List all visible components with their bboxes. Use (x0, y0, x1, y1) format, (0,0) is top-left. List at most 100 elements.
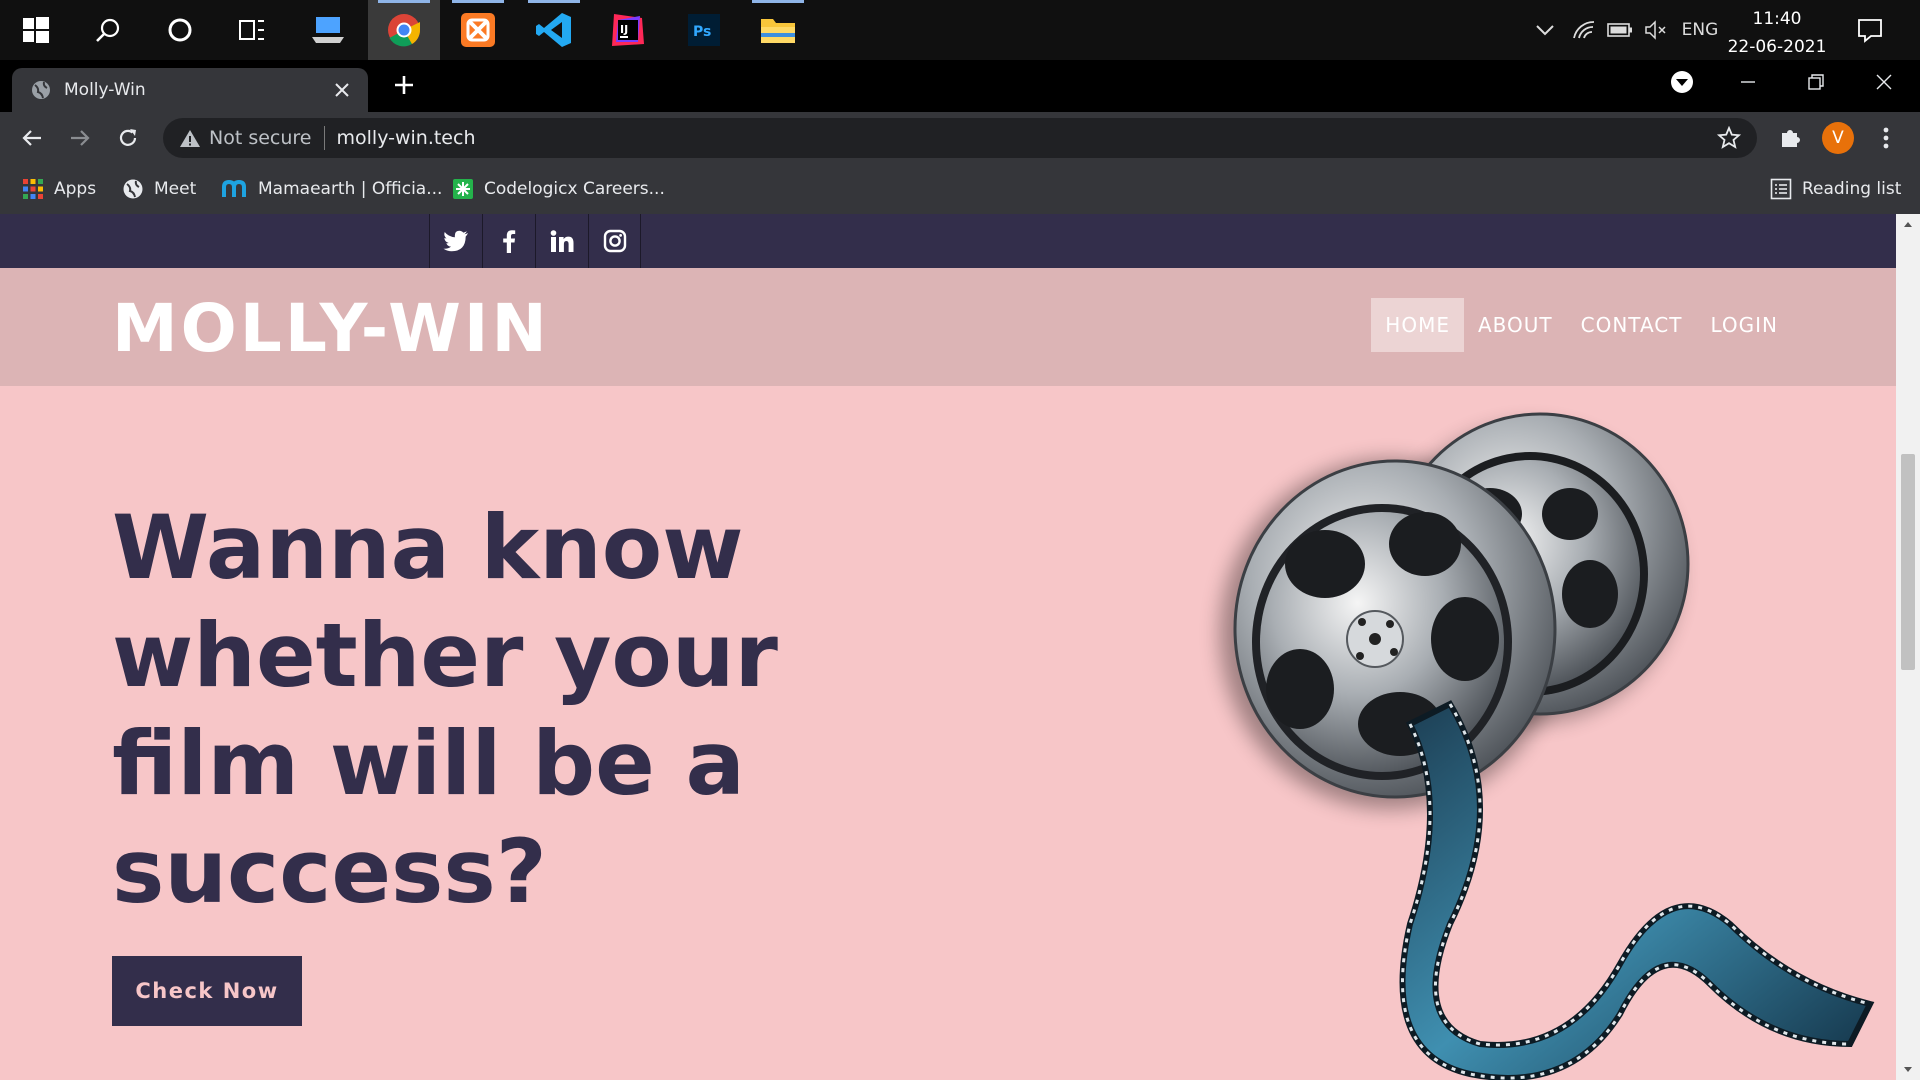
taskbar-chrome-app[interactable] (368, 0, 440, 60)
tray-battery-button[interactable] (1604, 0, 1636, 60)
mamaearth-icon (222, 179, 246, 197)
notification-icon (1858, 19, 1882, 43)
reading-list-button[interactable]: Reading list (1770, 164, 1901, 214)
svg-text:IJ: IJ (620, 23, 628, 36)
taskbar-xampp-app[interactable] (442, 0, 514, 60)
scrollbar-thumb[interactable] (1901, 454, 1915, 670)
taskbar-file-explorer-app[interactable] (742, 0, 814, 60)
chrome-icon (388, 14, 421, 47)
clock-time: 11:40 (1752, 9, 1802, 29)
nav-about[interactable]: ABOUT (1464, 298, 1567, 352)
site-header: MOLLY-WIN HOME ABOUT CONTACT LOGIN (0, 268, 1896, 386)
site-logo[interactable]: MOLLY-WIN (112, 290, 550, 367)
bookmarks-bar: Apps Meet Mamaearth | Officia... Codelog… (0, 164, 1920, 214)
url-text[interactable]: molly-win.tech (337, 127, 476, 149)
check-now-button[interactable]: Check Now (112, 956, 302, 1026)
restore-button[interactable] (1782, 60, 1850, 104)
cortana-icon (168, 18, 192, 42)
film-strip (1399, 700, 1875, 1080)
tray-clock[interactable]: 11:40 22-06-2021 (1722, 5, 1832, 61)
tray-volume-button[interactable] (1640, 0, 1672, 60)
volume-muted-icon (1645, 20, 1666, 40)
taskbar-laptop-app[interactable] (292, 0, 364, 60)
intellij-icon: IJ (612, 14, 644, 46)
twitter-icon (443, 230, 468, 252)
minimize-button[interactable] (1714, 60, 1782, 104)
web-page: MOLLY-WIN HOME ABOUT CONTACT LOGIN Wanna… (0, 214, 1896, 1080)
arrow-left-icon (22, 130, 41, 146)
browser-tab-strip: Molly-Win (0, 60, 1920, 112)
close-window-icon (1876, 74, 1892, 90)
reading-list-icon (1770, 178, 1792, 200)
taskbar-vscode-app[interactable] (518, 0, 590, 60)
scroll-up-icon[interactable] (1896, 216, 1920, 232)
profile-button[interactable]: V (1820, 120, 1856, 156)
close-icon[interactable] (334, 82, 350, 98)
bookmark-label: Codelogicx Careers... (484, 179, 665, 199)
taskbar-intellij-app[interactable]: IJ (592, 0, 664, 60)
facebook-link[interactable] (482, 214, 535, 268)
hero-title: Wanna know whether your film will be a s… (112, 496, 778, 923)
back-button[interactable] (14, 120, 50, 156)
taskbar-search-button[interactable] (72, 0, 144, 60)
security-status[interactable]: Not secure (209, 127, 312, 149)
task-view-icon (239, 20, 264, 40)
puzzle-icon (1782, 130, 1800, 147)
restore-icon (1808, 74, 1824, 90)
close-window-button[interactable] (1850, 60, 1918, 104)
windows-start-button[interactable] (0, 0, 72, 60)
reload-button[interactable] (110, 120, 146, 156)
address-bar[interactable]: Not secure molly-win.tech (163, 118, 1757, 158)
tray-overflow-button[interactable] (1530, 0, 1560, 60)
reload-icon (119, 129, 137, 146)
nav-login[interactable]: LOGIN (1696, 298, 1792, 352)
browser-tab-active[interactable]: Molly-Win (12, 68, 368, 112)
linkedin-link[interactable] (535, 214, 588, 268)
new-tab-button[interactable] (393, 74, 415, 96)
extensions-button[interactable] (1772, 120, 1808, 156)
clock-date: 22-06-2021 (1727, 37, 1827, 57)
windows-taskbar: IJ Ps ENG 11:40 22-06-2021 (0, 0, 1920, 60)
laptop-app-icon (312, 17, 344, 43)
instagram-link[interactable] (588, 214, 641, 268)
forward-button[interactable] (62, 120, 98, 156)
taskbar-photoshop-app[interactable]: Ps (668, 0, 740, 60)
nav-home[interactable]: HOME (1371, 298, 1464, 352)
bookmark-meet[interactable]: Meet (122, 164, 196, 214)
bookmark-label: Meet (154, 179, 197, 199)
browser-menu-button[interactable] (1868, 120, 1904, 156)
arrow-right-icon (71, 130, 90, 146)
vscode-icon (536, 13, 571, 47)
photoshop-icon: Ps (688, 14, 720, 46)
taskbar-cortana-button[interactable] (144, 0, 216, 60)
bookmark-apps[interactable]: Apps (22, 164, 96, 214)
svg-text:Ps: Ps (693, 24, 711, 40)
bookmark-codelogicx[interactable]: Codelogicx Careers... (452, 164, 665, 214)
bookmark-label: Apps (54, 179, 97, 199)
windows-logo-icon (23, 17, 49, 43)
search-icon (96, 18, 120, 42)
twitter-link[interactable] (429, 214, 482, 268)
omnibox-divider (323, 126, 325, 150)
globe-icon (32, 81, 50, 99)
nav-contact[interactable]: CONTACT (1567, 298, 1697, 352)
tray-network-button[interactable] (1568, 0, 1600, 60)
codelogicx-icon (453, 179, 473, 199)
front-reel (1233, 459, 1557, 799)
taskbar-task-view-button[interactable] (216, 0, 288, 60)
minimize-icon (1741, 81, 1755, 83)
bookmark-mamaearth[interactable]: Mamaearth | Officia... (222, 164, 442, 214)
facebook-icon (503, 230, 516, 253)
scroll-down-icon[interactable] (1896, 1062, 1920, 1078)
action-center-button[interactable] (1840, 0, 1900, 60)
tab-search-button[interactable] (1648, 60, 1716, 104)
page-scrollbar[interactable] (1896, 214, 1920, 1080)
kebab-menu-icon (1883, 127, 1889, 149)
tab-title: Molly-Win (64, 80, 146, 100)
xampp-icon (461, 13, 495, 47)
bookmark-star-icon[interactable] (1717, 126, 1741, 150)
warning-triangle-icon[interactable] (179, 128, 201, 148)
tray-language[interactable]: ENG (1676, 0, 1724, 60)
tab-search-icon (1671, 71, 1693, 93)
globe-icon (123, 179, 143, 199)
